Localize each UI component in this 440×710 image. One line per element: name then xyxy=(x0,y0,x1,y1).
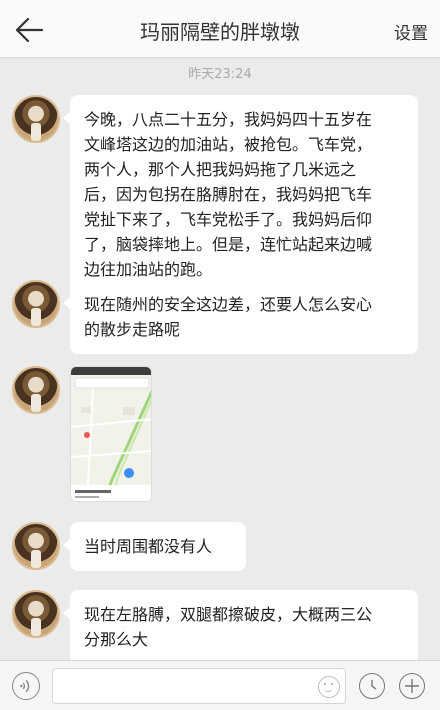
message-input[interactable] xyxy=(52,668,346,704)
avatar[interactable] xyxy=(12,280,60,328)
message-bubble[interactable]: 今晚，八点二十五分，我妈妈四十五岁在 文峰塔这边的加油站，被抢包。飞车党， 两个… xyxy=(63,95,418,294)
avatar[interactable] xyxy=(12,590,60,638)
message-row xyxy=(12,366,428,502)
message-row: 现在随州的安全这边差，还要人怎么安心 的散步走路呢 xyxy=(12,280,428,354)
message-row: 现在左胳膊，双腿都擦破皮，大概两三公 分那么大 xyxy=(12,590,428,664)
plus-icon[interactable] xyxy=(399,673,425,699)
message-row: 今晚，八点二十五分，我妈妈四十五岁在 文峰塔这边的加油站，被抢包。飞车党， 两个… xyxy=(12,95,428,294)
message-bubble[interactable]: 现在随州的安全这边差，还要人怎么安心 的散步走路呢 xyxy=(63,280,418,354)
message-row: 当时周围都没有人 xyxy=(12,522,428,571)
avatar[interactable] xyxy=(12,366,60,414)
timestamp: 昨天23:24 xyxy=(188,67,252,82)
avatar[interactable] xyxy=(12,522,60,570)
chat-header: 玛丽隔壁的胖墩墩 设置 xyxy=(0,0,440,58)
message-bubble[interactable]: 当时周围都没有人 xyxy=(63,522,246,571)
emoji-icon[interactable] xyxy=(318,676,340,698)
message-bubble[interactable]: 现在左胳膊，双腿都擦破皮，大概两三公 分那么大 xyxy=(63,590,418,664)
back-arrow-icon[interactable] xyxy=(8,10,52,50)
avatar[interactable] xyxy=(12,95,60,143)
clock-icon[interactable] xyxy=(359,673,385,699)
voice-icon[interactable] xyxy=(12,672,40,700)
input-bar xyxy=(0,660,440,710)
settings-button[interactable]: 设置 xyxy=(394,19,428,44)
map-screenshot-image[interactable] xyxy=(70,366,152,502)
chat-title: 玛丽隔壁的胖墩墩 xyxy=(140,20,300,44)
